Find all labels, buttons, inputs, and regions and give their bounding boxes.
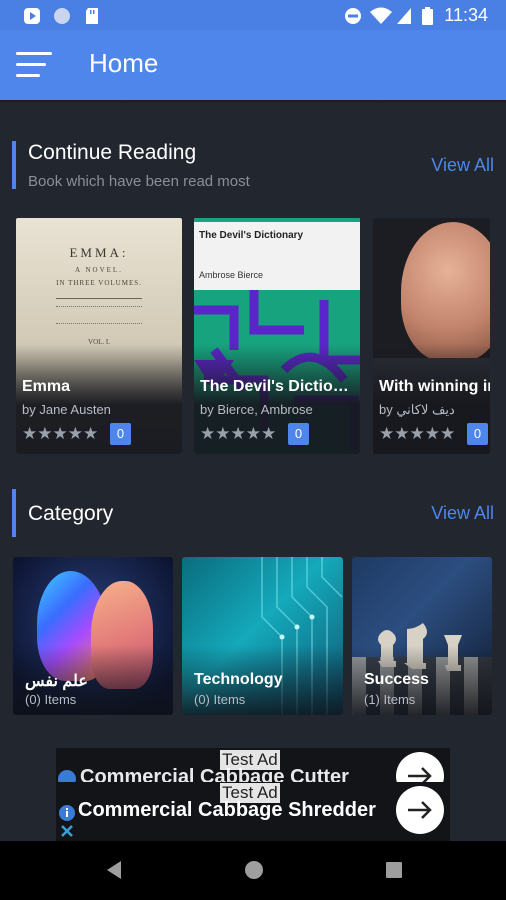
battery-icon (422, 7, 433, 25)
recents-icon[interactable] (384, 859, 404, 881)
book-card-devils-dictionary[interactable]: The Devil's Dictionary Ambrose Bierce Th… (194, 218, 360, 454)
home-icon[interactable] (243, 859, 265, 881)
category-name: علم نفس (25, 673, 88, 690)
book-author: by Jane Austen (22, 402, 111, 417)
cover-title-devil: The Devil's Dictionary (199, 230, 304, 241)
category-card-technology[interactable]: Technology (0) Items (182, 557, 343, 715)
menu-button[interactable] (16, 52, 52, 78)
section-accent-bar (12, 141, 16, 189)
category-card-psychology[interactable]: علم نفس (0) Items (13, 557, 173, 715)
ad-banner[interactable]: Test Ad Commercial Cabbage Cutter Test A… (56, 748, 450, 841)
do-not-disturb-icon (345, 8, 361, 24)
category-name: Technology (194, 671, 283, 688)
status-time: 11:34 (444, 5, 488, 25)
cover-title-emma: EMMA: (69, 245, 129, 260)
book-author: by Bierce, Ambrose (200, 402, 313, 417)
system-nav-bar (0, 841, 506, 900)
category-count: (0) Items (194, 692, 246, 707)
book-author: by ديف لاكاني (379, 402, 455, 417)
wifi-icon (370, 7, 392, 24)
ad-arrow-button[interactable] (396, 786, 444, 834)
menu-icon-line (16, 74, 40, 77)
section-accent-bar (12, 489, 16, 537)
menu-icon-line (16, 63, 46, 66)
continue-reading-title: Continue Reading (28, 141, 197, 164)
continue-reading-view-all[interactable]: View All (431, 155, 494, 176)
rating-count-badge: 0 (110, 423, 131, 445)
category-name: Success (364, 671, 429, 688)
book-card-with-winning-in-mind[interactable]: With winning in mind by ديف لاكاني ★★★★★… (373, 218, 490, 454)
cover-line-novel: A NOVEL. (75, 266, 123, 274)
app-bar: Home (0, 30, 506, 100)
arrow-right-icon (408, 801, 432, 819)
app-bar-shadow (0, 100, 506, 104)
star-rating-icon: ★★★★★ (22, 424, 99, 443)
status-bar: 11:34 (0, 0, 506, 30)
menu-icon (16, 52, 52, 55)
signal-icon (397, 8, 411, 24)
cover-author-devil: Ambrose Bierce (199, 270, 264, 280)
category-count: (1) Items (364, 692, 416, 707)
book-title: Emma (22, 378, 71, 395)
back-icon[interactable] (104, 859, 124, 881)
ad-choices-icon[interactable] (58, 804, 76, 840)
category-card-success[interactable]: Success (1) Items (352, 557, 492, 715)
continue-reading-subtitle: Book which have been read most (28, 173, 250, 190)
book-card-emma[interactable]: EMMA: A NOVEL. IN THREE VOLUMES. VOL. I.… (16, 218, 182, 454)
star-rating-icon: ★★★★★ (200, 424, 277, 443)
category-title: Category (28, 502, 114, 525)
screen: 11:34 Home Continue Reading Book which h… (0, 0, 506, 900)
sd-card-icon (86, 8, 98, 24)
rating-count-badge: 0 (467, 423, 488, 445)
cover-line-volumes: IN THREE VOLUMES. (56, 279, 142, 287)
book-title: The Devil's Dictiona... (200, 378, 356, 395)
category-count: (0) Items (25, 692, 77, 707)
cover-fineprint (56, 306, 142, 324)
category-view-all[interactable]: View All (431, 503, 494, 524)
cover-divider (56, 298, 142, 299)
sync-icon (54, 8, 70, 24)
rating-count-badge: 0 (288, 423, 309, 445)
play-protect-icon (24, 8, 40, 24)
book-title: With winning in mind (379, 378, 490, 395)
star-rating-icon: ★★★★★ (379, 424, 456, 443)
author-photo (401, 222, 490, 362)
ad-headline: Commercial Cabbage Shredder (78, 799, 376, 821)
page-title: Home (89, 48, 159, 78)
